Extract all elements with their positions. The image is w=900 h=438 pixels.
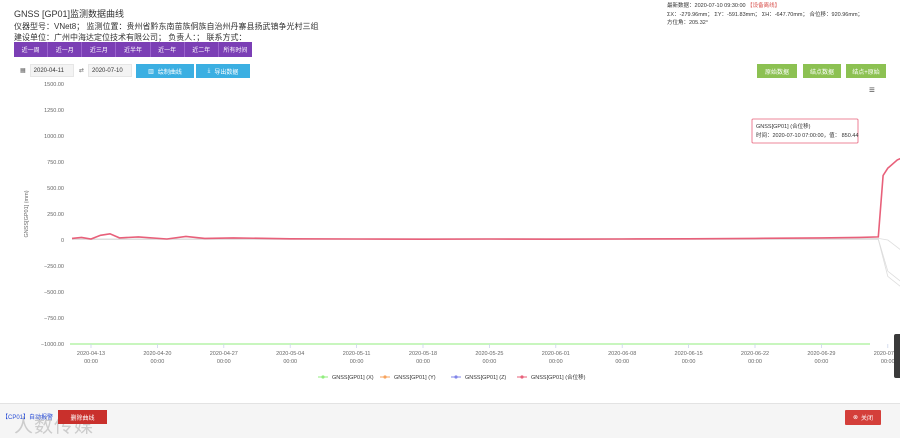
chart-tooltip: GNSS[GP01] (合位移)时间：2020-07-10 07:00:00，值… [751, 118, 859, 144]
export-data-button[interactable]: ⤓ 导出数据 [196, 64, 250, 78]
delete-curve-button[interactable]: 删除曲线 [58, 410, 107, 424]
legend-item: GNSS[GP01] (Z) [465, 375, 506, 381]
y-tick-label: 0 [61, 238, 64, 244]
end-date-input[interactable]: 2020-07-10 [88, 64, 133, 77]
legend-item: GNSS[GP01] (合位移) [531, 373, 586, 381]
tooltip-series: GNSS[GP01] (合位移) [756, 122, 811, 130]
x-tick-date: 2020-06-22 [741, 351, 769, 357]
page-title: GNSS [GP01]监测数据曲线 [14, 9, 125, 19]
x-tick-time: 00:00 [483, 359, 497, 365]
series-y-line [71, 238, 900, 282]
legend-item: GNSS[GP01] (Y) [394, 375, 436, 381]
x-tick-date: 2020-05-04 [276, 351, 304, 357]
range-two-years[interactable]: 近二年 [185, 42, 219, 57]
y-tick-label: 250.00 [47, 212, 64, 218]
start-date-input[interactable]: 2020-04-11 [29, 64, 74, 77]
y-tick-label: −750.00 [44, 316, 64, 322]
y-tick-label: 1250.00 [44, 108, 64, 114]
y-axis-label: GNSS[GP01] (mm) [24, 190, 30, 237]
range-all-time[interactable]: 所有时间 [219, 42, 252, 57]
latest-azimuth: 方位角：205.32° [667, 20, 709, 26]
node-data-button[interactable]: 结点数据 [803, 64, 841, 78]
x-tick-date: 2020-05-11 [343, 351, 371, 357]
y-tick-label: 1000.00 [44, 134, 64, 140]
x-tick-time: 00:00 [549, 359, 563, 365]
draw-curve-button[interactable]: ▥ 绘制曲线 [136, 64, 194, 78]
draw-curve-label: 绘制曲线 [157, 69, 182, 76]
start-date-group: ▦ 2020-04-11 [20, 64, 74, 77]
x-tick-date: 2020-05-18 [409, 351, 437, 357]
export-data-label: 导出数据 [214, 69, 239, 76]
x-tick-date: 2020-06-08 [608, 351, 636, 357]
device-info: 仪器型号：VNet8； 监测位置：贵州省黔东南苗族侗族自治州丹寨县扬武镇争光村三… [14, 21, 319, 31]
latest-xyz: ΣX：-279.96mm； ΣY：-591.83mm； ΣH：-647.70mm… [667, 11, 864, 18]
x-tick-time: 00:00 [682, 359, 696, 365]
x-tick-date: 2020-06-01 [542, 351, 570, 357]
side-collapse-tab[interactable] [894, 334, 900, 378]
x-tick-time: 00:00 [350, 359, 364, 365]
x-tick-date: 2020-04-27 [210, 351, 238, 357]
bar-chart-icon: ▥ [148, 68, 154, 75]
tooltip-time: 时间：2020-07-10 07:00:00，值： 850.44 [756, 131, 858, 139]
hamburger-menu-icon[interactable]: ≡ [869, 85, 875, 96]
range-half-year[interactable]: 近半年 [116, 42, 151, 57]
x-tick-date: 2020-04-13 [77, 351, 105, 357]
x-tick-time: 00:00 [748, 359, 762, 365]
time-range-bar: 近一周 近一月 近三月 近半年 近一年 近二年 所有时间 [14, 42, 252, 57]
x-tick-date: 2020-06-29 [807, 351, 835, 357]
x-tick-time: 00:00 [815, 359, 829, 365]
legend-marker [520, 375, 524, 379]
x-tick-date: 2020-04-20 [143, 351, 171, 357]
calendar-icon: ▦ [20, 68, 26, 74]
latest-time: 2020-07-10 09:30:00 [694, 3, 746, 9]
close-circle-icon: ⊗ [852, 415, 858, 421]
x-tick-date: 2020-06-15 [675, 351, 703, 357]
close-button[interactable]: ⊗ 关闭 [845, 410, 881, 425]
tooltip-box [751, 118, 859, 144]
x-tick-time: 00:00 [416, 359, 430, 365]
series-total-line [71, 157, 900, 241]
x-tick-time: 00:00 [615, 359, 629, 365]
footer-bar: 人数传媒 【CP01】自动报警 删除曲线 ⊗ 关闭 [0, 403, 900, 438]
x-tick-time: 00:00 [283, 359, 297, 365]
latest-data-panel: 最新数据：2020-07-10 09:30:00 【设备离线】 ΣX：-279.… [667, 2, 863, 28]
displacement-chart: 1500.00 1250.00 1000.00 750.00 500.00 250.00 0… [24, 82, 900, 381]
y-tick-label: 1500.00 [44, 82, 64, 88]
y-tick-label: 500.00 [47, 186, 64, 192]
node-raw-data-button[interactable]: 结点+原始 [846, 64, 886, 78]
series-z-line [72, 239, 900, 287]
calendar-icon: ⇄ [79, 68, 85, 74]
latest-prefix: 最新数据： [667, 3, 695, 9]
series-x-line [71, 237, 900, 250]
close-label: 关闭 [861, 416, 874, 422]
raw-data-button[interactable]: 原始数据 [757, 64, 797, 78]
range-month[interactable]: 近一月 [48, 42, 83, 57]
header-info: GNSS [GP01]监测数据曲线 仪器型号：VNet8； 监测位置：贵州省黔东… [14, 9, 318, 44]
x-tick-time: 00:00 [881, 359, 895, 365]
x-tick-time: 00:00 [84, 359, 98, 365]
y-tick-label: −500.00 [44, 290, 64, 296]
range-year[interactable]: 近一年 [151, 42, 185, 57]
legend-item: GNSS[GP01] (X) [332, 375, 374, 381]
alarm-link[interactable]: 【CP01】自动报警 [2, 412, 53, 421]
range-three-months[interactable]: 近三月 [82, 42, 117, 57]
x-tick-time: 00:00 [217, 359, 231, 365]
legend-marker [383, 375, 387, 379]
end-date-group: ⇄ 2020-07-10 [79, 64, 133, 77]
download-icon: ⤓ [207, 67, 211, 74]
y-tick-label: −1000.00 [41, 342, 64, 348]
range-week[interactable]: 近一周 [14, 42, 49, 57]
x-tick-time: 00:00 [151, 359, 165, 365]
offline-flag: 【设备离线】 [747, 3, 781, 9]
legend-marker [321, 375, 325, 379]
x-tick-date: 2020-05-25 [475, 351, 503, 357]
y-tick-label: −250.00 [44, 264, 64, 270]
legend-marker [454, 375, 458, 379]
y-tick-label: 750.00 [47, 160, 64, 166]
